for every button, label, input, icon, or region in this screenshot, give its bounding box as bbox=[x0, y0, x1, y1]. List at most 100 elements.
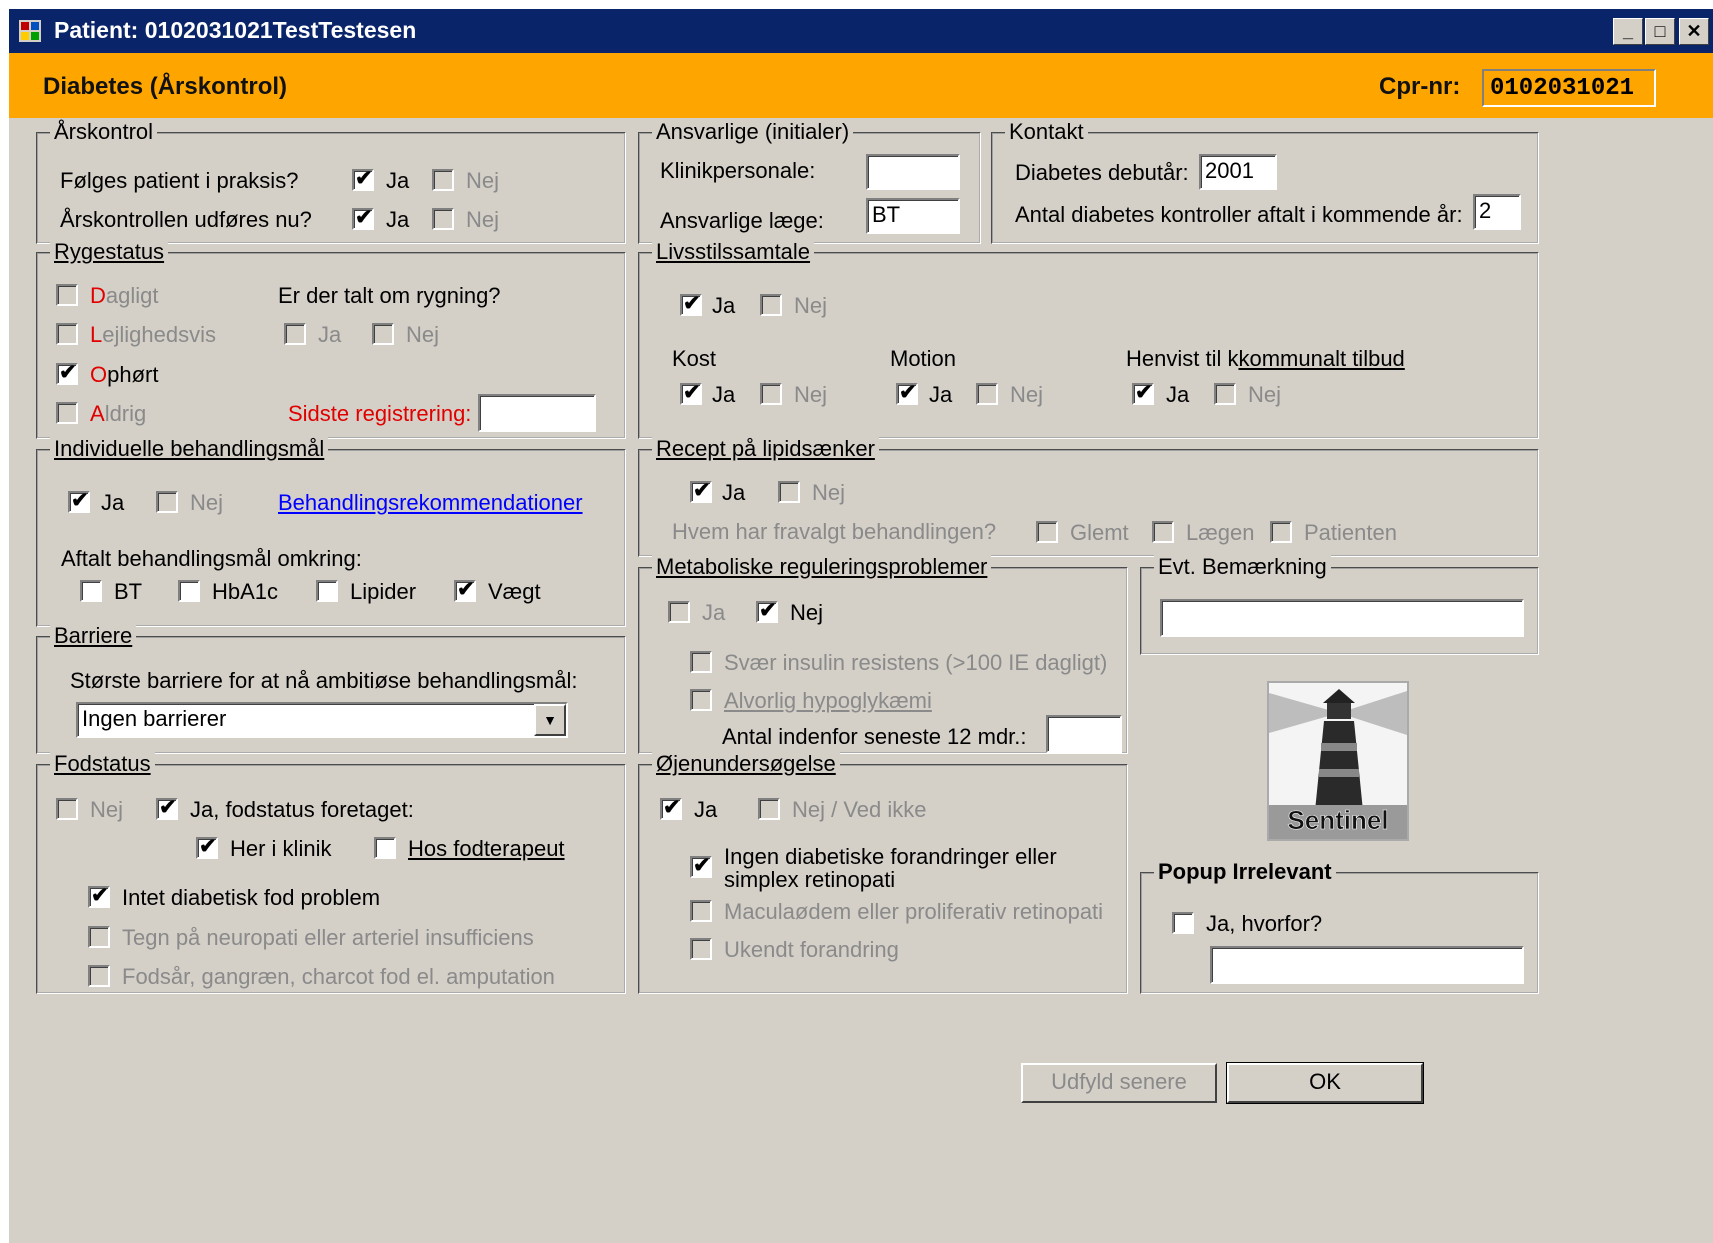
neuropati-checkbox[interactable] bbox=[88, 926, 110, 948]
patienten-label: Patienten bbox=[1304, 520, 1397, 545]
antal-kontroller-input[interactable]: 2 bbox=[1473, 194, 1521, 230]
foelges-nej-checkbox[interactable] bbox=[432, 169, 454, 191]
maximize-button[interactable]: □ bbox=[1645, 18, 1675, 45]
antal-hypo-input[interactable] bbox=[1046, 715, 1122, 753]
foelges-ja-checkbox[interactable]: ✔ bbox=[352, 167, 374, 191]
debutaar-label: Diabetes debutår: bbox=[1015, 160, 1189, 185]
recept-ja-checkbox[interactable]: ✔ bbox=[690, 479, 712, 503]
motion-nej-checkbox[interactable] bbox=[976, 383, 998, 405]
legend-kontakt: Kontakt bbox=[1005, 119, 1088, 145]
klinikpersonale-input[interactable] bbox=[866, 154, 960, 190]
kost-ja-label: Ja bbox=[712, 382, 736, 407]
bt-checkbox[interactable] bbox=[80, 580, 102, 602]
talt-ja-checkbox[interactable] bbox=[284, 323, 306, 345]
behandlingsrekommendationer-link[interactable]: Behandlingsrekommendationer bbox=[278, 490, 583, 516]
legend-livsstil: Livsstilssamtale bbox=[652, 239, 815, 265]
minimize-button[interactable]: _ bbox=[1613, 18, 1643, 45]
recept-ja-label: Ja bbox=[722, 480, 746, 505]
neuropati-label: Tegn på neuropati eller arteriel insuffi… bbox=[122, 925, 534, 950]
hypo-checkbox[interactable] bbox=[690, 689, 712, 711]
hba1c-checkbox[interactable] bbox=[178, 580, 200, 602]
ophoert-checkbox[interactable]: ✔ bbox=[56, 361, 78, 385]
foelges-ja-label: Ja bbox=[386, 168, 410, 193]
close-button[interactable]: ✕ bbox=[1679, 18, 1709, 45]
hos-fodterapeut-checkbox[interactable] bbox=[374, 837, 396, 859]
fodstatus-nej-checkbox[interactable] bbox=[56, 798, 78, 820]
udfoeres-nej-checkbox[interactable] bbox=[432, 208, 454, 230]
lejlighedsvis-label: Lejlighedsvis bbox=[90, 322, 216, 347]
motion-ja-checkbox[interactable]: ✔ bbox=[896, 381, 918, 405]
popup-ja-checkbox[interactable] bbox=[1172, 912, 1194, 934]
ingen-forandringer-label-line2: simplex retinopati bbox=[724, 867, 896, 892]
talt-om-rygning-label: Er der talt om rygning? bbox=[278, 283, 501, 308]
fodstatus-ja-checkbox[interactable]: ✔ bbox=[156, 796, 178, 820]
bemaerkning-input[interactable] bbox=[1160, 599, 1524, 637]
kost-nej-label: Nej bbox=[794, 382, 828, 407]
patienten-checkbox[interactable] bbox=[1270, 521, 1292, 543]
group-metabolisk: Metaboliske reguleringsproblemer Ja ✔ Ne… bbox=[638, 554, 1128, 754]
dagligt-checkbox[interactable] bbox=[56, 284, 78, 306]
cpr-field[interactable]: 0102031021 bbox=[1482, 69, 1656, 107]
vaegt-checkbox[interactable]: ✔ bbox=[454, 578, 476, 602]
aldrig-checkbox[interactable] bbox=[56, 402, 78, 424]
henvist-nej-checkbox[interactable] bbox=[1214, 383, 1236, 405]
henvist-ja-label: Ja bbox=[1166, 382, 1190, 407]
lipider-checkbox[interactable] bbox=[316, 580, 338, 602]
kommunalt-tilbud-link[interactable]: kommunalt tilbud bbox=[1238, 346, 1404, 371]
ok-button[interactable]: OK bbox=[1226, 1062, 1424, 1104]
oeje-ja-checkbox[interactable]: ✔ bbox=[660, 796, 682, 820]
macula-label: Maculaødem eller proliferativ retinopati bbox=[724, 899, 1104, 924]
antal-hypo-label: Antal indenfor seneste 12 mdr.: bbox=[722, 724, 1027, 749]
legend-behandling: Individuelle behandlingsmål bbox=[50, 436, 329, 462]
insulin-checkbox[interactable] bbox=[690, 651, 712, 673]
metabolisk-ja-checkbox[interactable] bbox=[668, 601, 690, 623]
behandling-ja-checkbox[interactable]: ✔ bbox=[68, 489, 90, 513]
henvist-label: Henvist til kkommunalt tilbud bbox=[1126, 346, 1405, 371]
macula-checkbox[interactable] bbox=[690, 900, 712, 922]
ukendt-checkbox[interactable] bbox=[690, 938, 712, 960]
glemt-checkbox[interactable] bbox=[1036, 521, 1058, 543]
udfoeres-ja-checkbox[interactable]: ✔ bbox=[352, 206, 374, 230]
group-rygestatus: Rygestatus Dagligt Lejlighedsvis ✔ Ophør… bbox=[36, 239, 626, 439]
behandling-nej-checkbox[interactable] bbox=[156, 491, 178, 513]
legend-ansvarlige: Ansvarlige (initialer) bbox=[652, 119, 854, 145]
recept-nej-checkbox[interactable] bbox=[778, 481, 800, 503]
popup-hvorfor-input[interactable] bbox=[1210, 946, 1524, 984]
ophoert-label: Ophørt bbox=[90, 362, 159, 387]
lejlighedsvis-checkbox[interactable] bbox=[56, 323, 78, 345]
barriere-select[interactable]: Ingen barrierer ▼ bbox=[76, 702, 568, 738]
kost-ja-checkbox[interactable]: ✔ bbox=[680, 381, 702, 405]
livsstil-nej-checkbox[interactable] bbox=[760, 294, 782, 316]
chevron-down-icon[interactable]: ▼ bbox=[534, 704, 566, 736]
title-bar: Patient: 0102031021TestTestesen _ □ ✕ bbox=[9, 9, 1713, 53]
kost-nej-checkbox[interactable] bbox=[760, 383, 782, 405]
her-klinik-checkbox[interactable]: ✔ bbox=[196, 835, 218, 859]
intet-fod-problem-checkbox[interactable]: ✔ bbox=[88, 884, 110, 908]
sidste-registrering-input[interactable] bbox=[478, 394, 596, 432]
vaegt-label: Vægt bbox=[488, 579, 541, 604]
bt-label: BT bbox=[114, 579, 143, 604]
antal-kontroller-label: Antal diabetes kontroller aftalt i komme… bbox=[1015, 202, 1463, 227]
fodsaar-checkbox[interactable] bbox=[88, 965, 110, 987]
legend-rygestatus: Rygestatus bbox=[50, 239, 169, 265]
henvist-ja-checkbox[interactable]: ✔ bbox=[1132, 381, 1154, 405]
laegen-checkbox[interactable] bbox=[1152, 521, 1174, 543]
livsstil-ja-checkbox[interactable]: ✔ bbox=[680, 292, 702, 316]
klinikpersonale-label: Klinikpersonale: bbox=[660, 158, 816, 183]
group-aarskontrol: Årskontrol Følges patient i praksis? ✔ J… bbox=[36, 119, 626, 244]
legend-metabolisk: Metaboliske reguleringsproblemer bbox=[652, 554, 992, 580]
minimize-icon: _ bbox=[1622, 21, 1633, 41]
udfyld-senere-button[interactable]: Udfyld senere bbox=[1021, 1063, 1217, 1103]
legend-oeje: Øjenundersøgelse bbox=[652, 751, 840, 777]
debutaar-input[interactable]: 2001 bbox=[1199, 154, 1277, 190]
talt-nej-checkbox[interactable] bbox=[372, 323, 394, 345]
hba1c-label: HbA1c bbox=[212, 579, 279, 604]
window-title: Patient: 0102031021TestTestesen bbox=[54, 17, 417, 43]
intet-fod-problem-label: Intet diabetisk fod problem bbox=[122, 885, 381, 910]
ansvarlige-laege-input[interactable]: BT bbox=[866, 198, 960, 234]
legend-fodstatus: Fodstatus bbox=[50, 751, 155, 777]
hos-fodterapeut-label: Hos fodterapeut bbox=[408, 836, 565, 861]
oeje-nej-checkbox[interactable] bbox=[758, 798, 780, 820]
ingen-forandringer-checkbox[interactable]: ✔ bbox=[690, 854, 712, 878]
metabolisk-nej-checkbox[interactable]: ✔ bbox=[756, 599, 778, 623]
